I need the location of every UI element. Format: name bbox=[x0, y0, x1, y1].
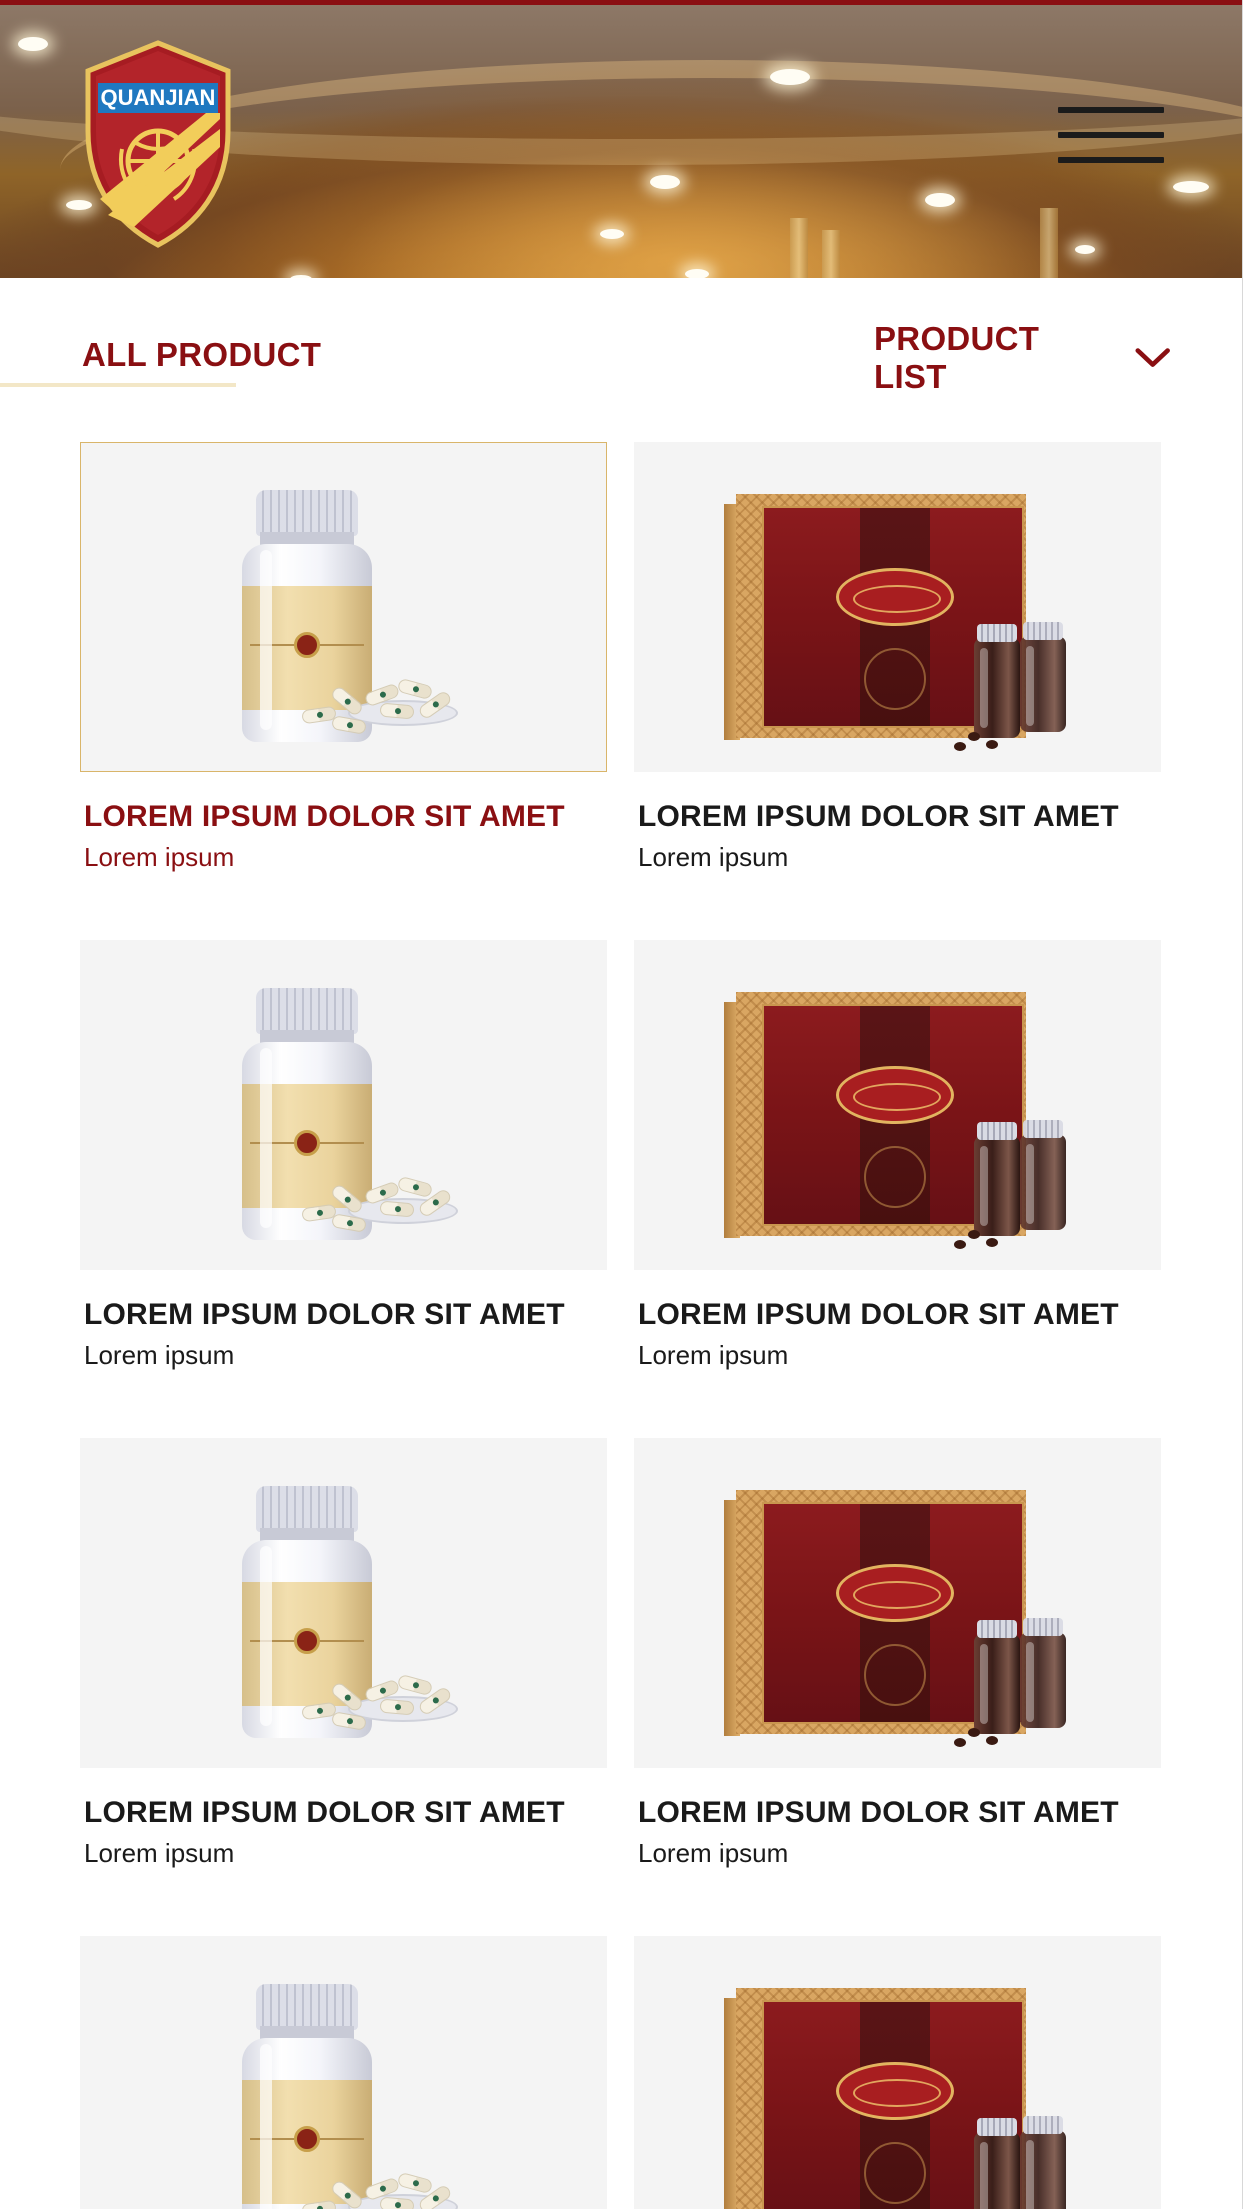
product-list-dropdown[interactable]: PRODUCT LIST bbox=[874, 320, 1170, 395]
pillar bbox=[790, 218, 808, 278]
hamburger-menu-icon[interactable] bbox=[1058, 107, 1164, 175]
product-card[interactable]: LOREM IPSUM DOLOR SIT AMET Lorem ipsum bbox=[80, 940, 607, 1371]
product-image[interactable] bbox=[634, 442, 1161, 772]
jar bbox=[974, 1620, 1020, 1734]
product-subtitle: Lorem ipsum bbox=[84, 1838, 235, 1868]
product-card[interactable]: LOREM IPSUM DOLOR SIT AMET Lorem ipsum bbox=[80, 442, 607, 873]
ceiling-light bbox=[600, 229, 624, 239]
jar bbox=[1020, 1618, 1066, 1728]
supplement-bottle-image bbox=[242, 1984, 372, 2209]
product-card[interactable] bbox=[80, 1936, 607, 2209]
product-image[interactable] bbox=[80, 1438, 607, 1768]
quanjian-logo[interactable]: QUANJIAN bbox=[78, 39, 238, 249]
product-title[interactable]: LOREM IPSUM DOLOR SIT AMET bbox=[84, 800, 607, 834]
ceiling-light bbox=[925, 193, 955, 207]
product-image[interactable] bbox=[634, 940, 1161, 1270]
pillar bbox=[822, 230, 840, 278]
product-subtitle: Lorem ipsum bbox=[84, 842, 235, 872]
jar bbox=[1020, 1120, 1066, 1230]
all-product-tab[interactable]: ALL PRODUCT bbox=[82, 336, 321, 374]
product-card[interactable]: LOREM IPSUM DOLOR SIT AMET Lorem ipsum bbox=[80, 1438, 607, 1869]
ceiling-light bbox=[18, 37, 48, 51]
active-tab-underline bbox=[0, 383, 236, 387]
product-image[interactable] bbox=[80, 442, 607, 772]
ceiling-light bbox=[650, 175, 680, 189]
product-subtitle: Lorem ipsum bbox=[638, 1838, 789, 1868]
product-image[interactable] bbox=[80, 1936, 607, 2209]
product-title[interactable]: LOREM IPSUM DOLOR SIT AMET bbox=[638, 1796, 1161, 1830]
product-title[interactable]: LOREM IPSUM DOLOR SIT AMET bbox=[84, 1796, 607, 1830]
jar bbox=[1020, 622, 1066, 732]
chevron-down-icon bbox=[1135, 348, 1170, 367]
menu-line bbox=[1058, 132, 1164, 138]
logo-text: QUANJIAN bbox=[101, 85, 216, 110]
ceiling-light bbox=[1075, 245, 1095, 254]
product-image[interactable] bbox=[634, 1936, 1161, 2209]
product-card[interactable]: LOREM IPSUM DOLOR SIT AMET Lorem ipsum bbox=[634, 442, 1161, 873]
menu-line bbox=[1058, 107, 1164, 113]
ceiling-light bbox=[770, 69, 810, 85]
product-image[interactable] bbox=[80, 940, 607, 1270]
jar bbox=[1020, 2116, 1066, 2209]
product-card[interactable]: LOREM IPSUM DOLOR SIT AMET Lorem ipsum bbox=[634, 1438, 1161, 1869]
product-title[interactable]: LOREM IPSUM DOLOR SIT AMET bbox=[638, 800, 1161, 834]
jar bbox=[974, 2118, 1020, 2209]
pillar bbox=[1040, 208, 1058, 278]
jar bbox=[974, 624, 1020, 738]
ceiling-light bbox=[1173, 181, 1209, 193]
product-title[interactable]: LOREM IPSUM DOLOR SIT AMET bbox=[84, 1298, 607, 1332]
product-subtitle: Lorem ipsum bbox=[84, 1340, 235, 1370]
header-banner: QUANJIAN bbox=[0, 0, 1242, 278]
product-card[interactable]: LOREM IPSUM DOLOR SIT AMET Lorem ipsum bbox=[634, 940, 1161, 1371]
page: QUANJIAN ALL PRODUCT PRODUCT LIST LOREM … bbox=[0, 0, 1243, 2209]
product-image[interactable] bbox=[634, 1438, 1161, 1768]
product-subtitle: Lorem ipsum bbox=[638, 1340, 789, 1370]
ceiling-light bbox=[685, 269, 709, 278]
ceiling-light bbox=[290, 275, 312, 278]
jar bbox=[974, 1122, 1020, 1236]
product-title[interactable]: LOREM IPSUM DOLOR SIT AMET bbox=[638, 1298, 1161, 1332]
menu-line bbox=[1058, 157, 1164, 163]
product-card[interactable] bbox=[634, 1936, 1161, 2209]
product-list-label: PRODUCT LIST bbox=[874, 320, 1040, 395]
product-subtitle: Lorem ipsum bbox=[638, 842, 789, 872]
